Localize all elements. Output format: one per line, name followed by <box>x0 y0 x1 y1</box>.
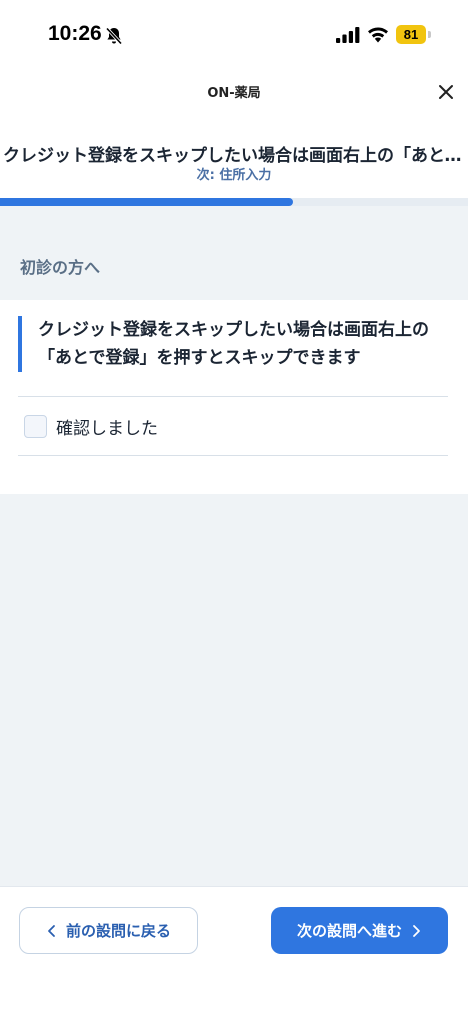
next-step-label: 次: 住所入力 <box>196 168 272 183</box>
confirm-label: 確認しました <box>56 418 158 439</box>
chevron-left-icon <box>48 924 55 937</box>
prev-question-label: 前の設問に戻る <box>65 922 171 940</box>
battery-cap <box>428 31 431 38</box>
app-title: ON-薬局 <box>207 86 261 101</box>
progress-bar <box>0 198 468 206</box>
prev-question-button[interactable]: 前の設問に戻る <box>19 907 198 954</box>
question-title: クレジット登録をスキップしたい場合は画面右上の「あとで登録」を押すとスキップでき… <box>3 146 465 166</box>
section-heading: 初診の方へ <box>20 258 101 277</box>
next-question-label: 次の設問へ進む <box>296 922 402 940</box>
bell-off-icon <box>105 27 123 45</box>
divider <box>18 455 448 456</box>
wifi-icon <box>368 27 388 43</box>
notice-text: クレジット登録をスキップしたい場合は画面右上の「あとで登録」を押すとスキップでき… <box>18 316 448 372</box>
close-icon[interactable] <box>434 80 458 104</box>
progress-fill <box>0 198 293 206</box>
confirm-checkbox-row[interactable]: 確認しました <box>24 413 158 439</box>
status-bar: 10:26 81 <box>0 0 468 70</box>
footer: 前の設問に戻る 次の設問へ進む <box>0 886 468 1013</box>
chevron-right-icon <box>413 924 420 937</box>
next-question-button[interactable]: 次の設問へ進む <box>271 907 448 954</box>
battery-indicator: 81 <box>396 25 426 44</box>
confirm-checkbox[interactable] <box>24 414 47 438</box>
divider <box>18 396 448 397</box>
status-time: 10:26 <box>48 22 102 45</box>
signal-icon <box>336 27 360 43</box>
question-card: クレジット登録をスキップしたい場合は画面右上の「あとで登録」を押すとスキップでき… <box>0 300 468 494</box>
